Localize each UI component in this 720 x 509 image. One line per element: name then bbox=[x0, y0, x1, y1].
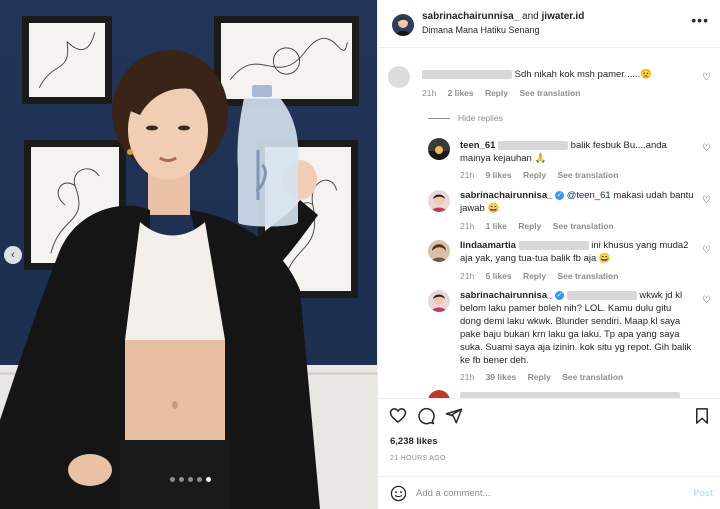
previous-image-button[interactable]: ‹ bbox=[4, 246, 22, 264]
reply-text: sabrinachairunnisa_ ✓ @teen_61 makasi ud… bbox=[460, 190, 694, 214]
collab-connector: and bbox=[522, 11, 539, 22]
comment-text: Sdh nikah kok msh pamer .....😟 bbox=[422, 68, 692, 81]
post-timestamp: 21 HOURS AGO bbox=[390, 455, 446, 462]
avatar[interactable] bbox=[428, 240, 450, 262]
redacted-username bbox=[422, 69, 512, 79]
see-translation-link[interactable]: See translation bbox=[553, 221, 614, 231]
carousel-dot bbox=[197, 477, 202, 482]
reply-username[interactable]: lindaamartia bbox=[460, 240, 516, 251]
reply-username[interactable]: sabrinachairunnisa_ bbox=[460, 190, 552, 201]
post-header: sabrinachairunnisa_ and jiwater.id Diman… bbox=[378, 0, 720, 48]
post-button[interactable]: Post bbox=[693, 488, 713, 498]
more-horizontal-icon[interactable]: ••• bbox=[691, 12, 709, 28]
reply-button[interactable]: Reply bbox=[518, 221, 541, 231]
likes-count[interactable]: 39 likes bbox=[486, 372, 517, 382]
hide-replies-button[interactable]: Hide replies bbox=[428, 113, 503, 123]
bookmark-icon[interactable] bbox=[693, 407, 711, 425]
reply-button[interactable]: Reply bbox=[523, 170, 546, 180]
author-username[interactable]: sabrinachairunnisa_ bbox=[422, 11, 519, 22]
heart-icon[interactable]: ♡ bbox=[702, 195, 711, 206]
carousel-dot bbox=[188, 477, 193, 482]
post-location[interactable]: Dimana Mana Hatiku Senang bbox=[422, 25, 540, 35]
see-translation-link[interactable]: See translation bbox=[557, 271, 618, 281]
reply-button[interactable]: Reply bbox=[523, 271, 546, 281]
carousel-dot bbox=[179, 477, 184, 482]
likes-count[interactable]: 1 like bbox=[486, 221, 507, 231]
comment-meta: 21h 39 likes Reply See translation bbox=[460, 372, 624, 382]
comment-meta: 21h 2 likes Reply See translation bbox=[422, 88, 581, 98]
comment-meta: 21h 9 likes Reply See translation bbox=[460, 170, 619, 180]
likes-count[interactable]: 9 likes bbox=[486, 170, 512, 180]
divider bbox=[428, 117, 450, 119]
verified-badge-icon: ✓ bbox=[555, 291, 565, 300]
likes-count[interactable]: 5 likes bbox=[486, 271, 512, 281]
collab-username[interactable]: jiwater.id bbox=[542, 11, 585, 22]
avatar[interactable] bbox=[428, 390, 450, 398]
mention-link[interactable]: @teen_61 bbox=[567, 190, 611, 201]
carousel-dot-active bbox=[206, 477, 211, 482]
share-icon[interactable] bbox=[445, 407, 463, 425]
heart-icon[interactable]: ♡ bbox=[702, 72, 711, 83]
see-translation-link[interactable]: See translation bbox=[519, 88, 580, 98]
post-actions bbox=[378, 398, 720, 434]
see-translation-link[interactable]: See translation bbox=[562, 372, 623, 382]
person-photo bbox=[0, 50, 320, 509]
comment-meta: 21h 5 likes Reply See translation bbox=[460, 271, 619, 281]
heart-icon[interactable]: ♡ bbox=[702, 295, 711, 306]
likes-count[interactable]: 2 likes bbox=[448, 88, 474, 98]
post-sidebar: sabrinachairunnisa_ and jiwater.id Diman… bbox=[377, 0, 720, 509]
verified-badge-icon: ✓ bbox=[555, 191, 565, 200]
avatar[interactable] bbox=[428, 190, 450, 212]
post-media[interactable]: ‹ bbox=[0, 0, 377, 509]
heart-icon[interactable]: ♡ bbox=[702, 245, 711, 256]
redacted-username bbox=[498, 140, 569, 150]
reply-button[interactable]: Reply bbox=[528, 372, 551, 382]
heart-icon[interactable]: ♡ bbox=[702, 143, 711, 154]
likes-count[interactable]: 6,238 likes bbox=[390, 436, 438, 447]
redacted-username bbox=[518, 240, 589, 250]
avatar[interactable] bbox=[388, 66, 410, 88]
reply-text: teen_61 balik fesbuk Bu....anda mainya k… bbox=[460, 140, 667, 164]
reply-username[interactable]: sabrinachairunnisa_ bbox=[460, 290, 552, 301]
see-translation-link[interactable]: See translation bbox=[557, 170, 618, 180]
add-comment-bar: Post bbox=[378, 476, 720, 509]
comments-list: Sdh nikah kok msh pamer .....😟 21h 2 lik… bbox=[378, 48, 720, 398]
carousel-indicator bbox=[170, 477, 211, 482]
emoji-icon[interactable] bbox=[390, 485, 407, 502]
post-author: sabrinachairunnisa_ and jiwater.id bbox=[422, 11, 584, 22]
carousel-dot bbox=[170, 477, 175, 482]
comment-icon[interactable] bbox=[417, 407, 435, 425]
heart-icon[interactable] bbox=[389, 407, 407, 425]
comment-input[interactable] bbox=[416, 485, 666, 502]
comment-meta: 21h 1 like Reply See translation bbox=[460, 221, 614, 231]
avatar[interactable] bbox=[428, 290, 450, 312]
avatar[interactable] bbox=[392, 14, 414, 36]
redacted-username bbox=[566, 290, 637, 300]
reply-text: lindaamartia ini khusus yang muda2 aja y… bbox=[460, 240, 689, 264]
reply-text: sabrinachairunnisa_ ✓ wkwk jd kl belom l… bbox=[460, 290, 692, 366]
avatar[interactable] bbox=[428, 138, 450, 160]
reply-username[interactable]: teen_61 bbox=[460, 140, 495, 151]
reply-button[interactable]: Reply bbox=[485, 88, 508, 98]
